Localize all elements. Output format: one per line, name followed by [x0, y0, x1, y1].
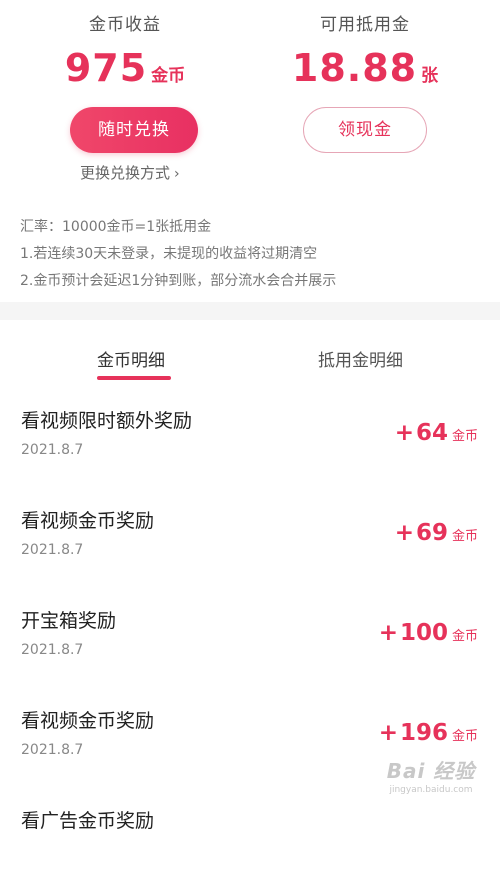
record-amount: +196 金币: [379, 720, 478, 746]
record-unit: 金币: [451, 729, 478, 744]
record-unit: 金币: [451, 529, 478, 544]
earnings-summary: 金币收益 975 金币 随时兑换 更换兑换方式 › 可用抵用金 18.88 张 领现金…: [0, 0, 500, 300]
record-sign: +: [394, 520, 414, 546]
record-sign: +: [378, 720, 398, 746]
chevron-right-icon: ›: [174, 166, 180, 182]
record-date: 2021.8.7: [21, 742, 84, 758]
delay-note: 2.金币预计会延迟1分钟到账，部分流水会合并展示: [20, 273, 337, 289]
record-title: 看视频金币奖励: [21, 710, 155, 732]
baidu-jingyan-watermark: Bai 经验 jingyan.baidu.com: [372, 758, 490, 802]
record-amount: +64 金币: [395, 420, 478, 446]
record-value: 100: [399, 620, 448, 646]
exchange-anytime-button[interactable]: 随时兑换: [70, 107, 198, 153]
change-exchange-method-label: 更换兑换方式: [80, 164, 171, 182]
record-unit: 金币: [451, 629, 478, 644]
detail-tabs: 金币明细 抵用金明细: [0, 320, 500, 390]
tab-coin-details[interactable]: 金币明细: [97, 346, 165, 371]
record-date: 2021.8.7: [21, 442, 84, 458]
coin-record-list: 看视频限时额外奖励 2021.8.7 +64 金币 看视频金币奖励 2021.8.…: [0, 390, 500, 890]
record-value: 196: [399, 720, 448, 746]
list-item: 看视频金币奖励 2021.8.7 +69 金币: [0, 490, 500, 590]
record-title: 看视频限时额外奖励: [21, 410, 193, 432]
record-date: 2021.8.7: [21, 642, 84, 658]
record-title: 看视频金币奖励: [21, 510, 155, 532]
record-sign: +: [394, 420, 414, 446]
claim-cash-button[interactable]: 领现金: [303, 107, 427, 153]
record-value: 69: [415, 520, 448, 546]
record-date: 2021.8.7: [21, 542, 84, 558]
voucher-value-row: 18.88 张: [240, 46, 490, 90]
coin-earnings-value: 975: [64, 46, 148, 90]
watermark-logo-text: Bai 经验: [386, 759, 476, 783]
active-tab-indicator: [97, 376, 171, 380]
expiry-note: 1.若连续30天未登录，未提现的收益将过期清空: [20, 246, 318, 262]
coin-earnings-unit: 金币: [151, 66, 186, 86]
voucher-unit: 张: [421, 66, 439, 86]
change-exchange-method-link[interactable]: 更换兑换方式 ›: [80, 162, 180, 183]
voucher-value: 18.88: [291, 46, 418, 90]
voucher-label: 可用抵用金: [320, 15, 410, 35]
section-divider: [0, 302, 500, 320]
record-amount: +69 金币: [395, 520, 478, 546]
list-item: 看视频限时额外奖励 2021.8.7 +64 金币: [0, 390, 500, 490]
record-unit: 金币: [451, 429, 478, 444]
coin-earnings-value-row: 975 金币: [0, 46, 250, 90]
tab-voucher-details[interactable]: 抵用金明细: [318, 346, 403, 371]
list-item: 开宝箱奖励 2021.8.7 +100 金币: [0, 590, 500, 690]
watermark-url: jingyan.baidu.com: [389, 785, 473, 795]
record-title: 开宝箱奖励: [21, 610, 117, 632]
exchange-rate-note: 汇率：10000金币=1张抵用金: [20, 219, 212, 235]
coin-earnings-label: 金币收益: [89, 15, 161, 35]
list-item: 看广告金币奖励: [0, 790, 500, 890]
record-title: 看广告金币奖励: [21, 810, 155, 832]
record-value: 64: [415, 420, 448, 446]
rules-notes: 汇率：10000金币=1张抵用金 1.若连续30天未登录，未提现的收益将过期清空…: [20, 217, 336, 298]
record-sign: +: [378, 620, 398, 646]
record-amount: +100 金币: [379, 620, 478, 646]
